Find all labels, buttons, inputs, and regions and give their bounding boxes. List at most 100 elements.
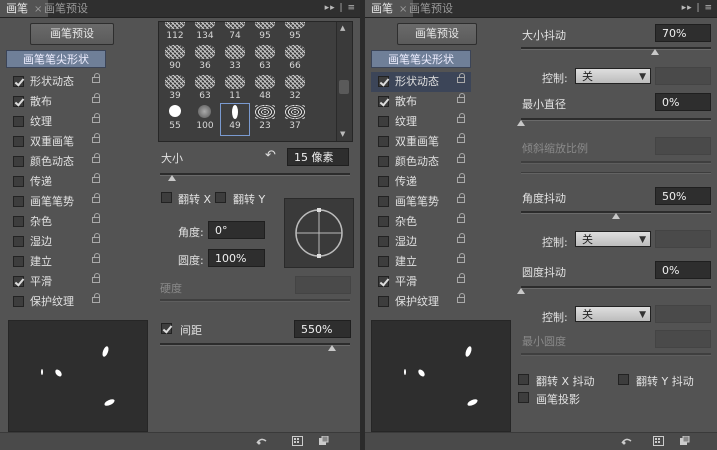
size-field[interactable]: 15 像素: [287, 148, 349, 166]
option-checkbox[interactable]: [378, 276, 389, 287]
option-checkbox[interactable]: [13, 96, 24, 107]
size-jitter-field[interactable]: 70%: [655, 24, 711, 42]
brush-tip[interactable]: 33: [221, 44, 249, 75]
brush-option-item[interactable]: 传递: [6, 172, 106, 192]
brush-option-item[interactable]: 湿边: [371, 232, 471, 252]
brush-option-item[interactable]: 画笔笔势: [371, 192, 471, 212]
brush-option-item[interactable]: 颜色动态: [371, 152, 471, 172]
scroll-down-icon[interactable]: ▼: [340, 130, 345, 138]
brush-tip[interactable]: 134: [191, 22, 219, 45]
brush-option-item[interactable]: 保护纹理: [371, 292, 471, 312]
roundness-field[interactable]: 100%: [208, 249, 265, 267]
lock-icon[interactable]: [457, 173, 465, 183]
lock-icon[interactable]: [457, 133, 465, 143]
brush-option-item[interactable]: 湿边: [6, 232, 106, 252]
brush-presets-button[interactable]: 画笔预设: [30, 23, 114, 45]
brush-tip[interactable]: 112: [161, 22, 189, 45]
angle-control-select[interactable]: 关 ▼: [575, 231, 651, 247]
scroll-thumb[interactable]: [339, 80, 349, 94]
brush-tip[interactable]: 74: [221, 22, 249, 45]
size-jitter-slider[interactable]: [521, 47, 711, 50]
spacing-slider-knob[interactable]: [328, 345, 336, 351]
angle-field[interactable]: 0°: [208, 221, 265, 239]
option-checkbox[interactable]: [13, 276, 24, 287]
option-checkbox[interactable]: [13, 76, 24, 87]
flip-y-jitter-checkbox[interactable]: [618, 374, 629, 385]
brush-tip[interactable]: 63: [251, 44, 279, 75]
lock-icon[interactable]: [92, 153, 100, 163]
brush-tip[interactable]: 32: [281, 74, 309, 105]
option-checkbox[interactable]: [13, 116, 24, 127]
option-checkbox[interactable]: [378, 236, 389, 247]
size-jitter-knob[interactable]: [651, 49, 659, 55]
option-checkbox[interactable]: [378, 116, 389, 127]
flip-y-checkbox[interactable]: [215, 192, 226, 203]
brush-option-item[interactable]: 杂色: [6, 212, 106, 232]
brush-option-item[interactable]: 形状动态: [6, 72, 106, 92]
lock-icon[interactable]: [92, 73, 100, 83]
brush-tip[interactable]: 49: [220, 103, 250, 136]
lock-icon[interactable]: [457, 193, 465, 203]
option-checkbox[interactable]: [378, 96, 389, 107]
lock-icon[interactable]: [92, 293, 100, 303]
scroll-up-icon[interactable]: ▲: [340, 24, 345, 32]
size-slider[interactable]: [160, 173, 350, 176]
option-checkbox[interactable]: [13, 196, 24, 207]
brush-tip[interactable]: 66: [281, 44, 309, 75]
brush-tip[interactable]: 36: [191, 44, 219, 75]
tip-scrollbar[interactable]: ▲ ▼: [336, 22, 352, 141]
lock-icon[interactable]: [92, 193, 100, 203]
brush-option-item[interactable]: 双重画笔: [371, 132, 471, 152]
option-checkbox[interactable]: [378, 216, 389, 227]
brush-option-item[interactable]: 纹理: [371, 112, 471, 132]
option-checkbox[interactable]: [13, 216, 24, 227]
brush-grid-icon[interactable]: [292, 436, 303, 446]
brush-option-item[interactable]: 形状动态: [371, 72, 471, 92]
lock-icon[interactable]: [92, 133, 100, 143]
lock-icon[interactable]: [92, 93, 100, 103]
brush-option-item[interactable]: 平滑: [371, 272, 471, 292]
brush-option-item[interactable]: 传递: [371, 172, 471, 192]
toggle-preview-icon[interactable]: [256, 436, 267, 446]
panel-menu-icon[interactable]: ▸▸ | ≡: [325, 0, 356, 17]
tab-brush-presets[interactable]: 画笔预设: [38, 0, 94, 17]
angle-jitter-field[interactable]: 50%: [655, 187, 711, 205]
brush-tip[interactable]: 95: [281, 22, 309, 45]
lock-icon[interactable]: [457, 153, 465, 163]
min-diameter-slider[interactable]: [521, 118, 711, 121]
lock-icon[interactable]: [457, 113, 465, 123]
lock-icon[interactable]: [457, 233, 465, 243]
lock-icon[interactable]: [457, 213, 465, 223]
lock-icon[interactable]: [92, 173, 100, 183]
option-checkbox[interactable]: [13, 156, 24, 167]
brush-option-item[interactable]: 建立: [6, 252, 106, 272]
option-checkbox[interactable]: [13, 136, 24, 147]
angle-roundness-widget[interactable]: [284, 198, 354, 268]
lock-icon[interactable]: [92, 233, 100, 243]
angle-jitter-knob[interactable]: [612, 213, 620, 219]
option-checkbox[interactable]: [378, 176, 389, 187]
brush-projection-checkbox[interactable]: [518, 392, 529, 403]
lock-icon[interactable]: [457, 273, 465, 283]
option-checkbox[interactable]: [378, 196, 389, 207]
option-checkbox[interactable]: [378, 76, 389, 87]
lock-icon[interactable]: [457, 73, 465, 83]
brush-option-item[interactable]: 杂色: [371, 212, 471, 232]
brush-presets-button[interactable]: 画笔预设: [397, 23, 477, 45]
brush-option-item[interactable]: 平滑: [6, 272, 106, 292]
brush-option-item[interactable]: 散布: [6, 92, 106, 112]
lock-icon[interactable]: [92, 273, 100, 283]
brush-tip[interactable]: 100: [191, 104, 219, 135]
option-checkbox[interactable]: [378, 136, 389, 147]
tab-brush-presets[interactable]: 画笔预设: [403, 0, 459, 17]
option-checkbox[interactable]: [13, 296, 24, 307]
toggle-preview-icon[interactable]: [621, 436, 632, 446]
brush-grid-icon[interactable]: [653, 436, 664, 446]
lock-icon[interactable]: [92, 253, 100, 263]
brush-option-item[interactable]: 纹理: [6, 112, 106, 132]
flip-x-jitter-checkbox[interactable]: [518, 374, 529, 385]
lock-icon[interactable]: [92, 113, 100, 123]
lock-icon[interactable]: [92, 213, 100, 223]
panel-menu-icon[interactable]: ▸▸ | ≡: [682, 0, 713, 17]
option-checkbox[interactable]: [378, 156, 389, 167]
